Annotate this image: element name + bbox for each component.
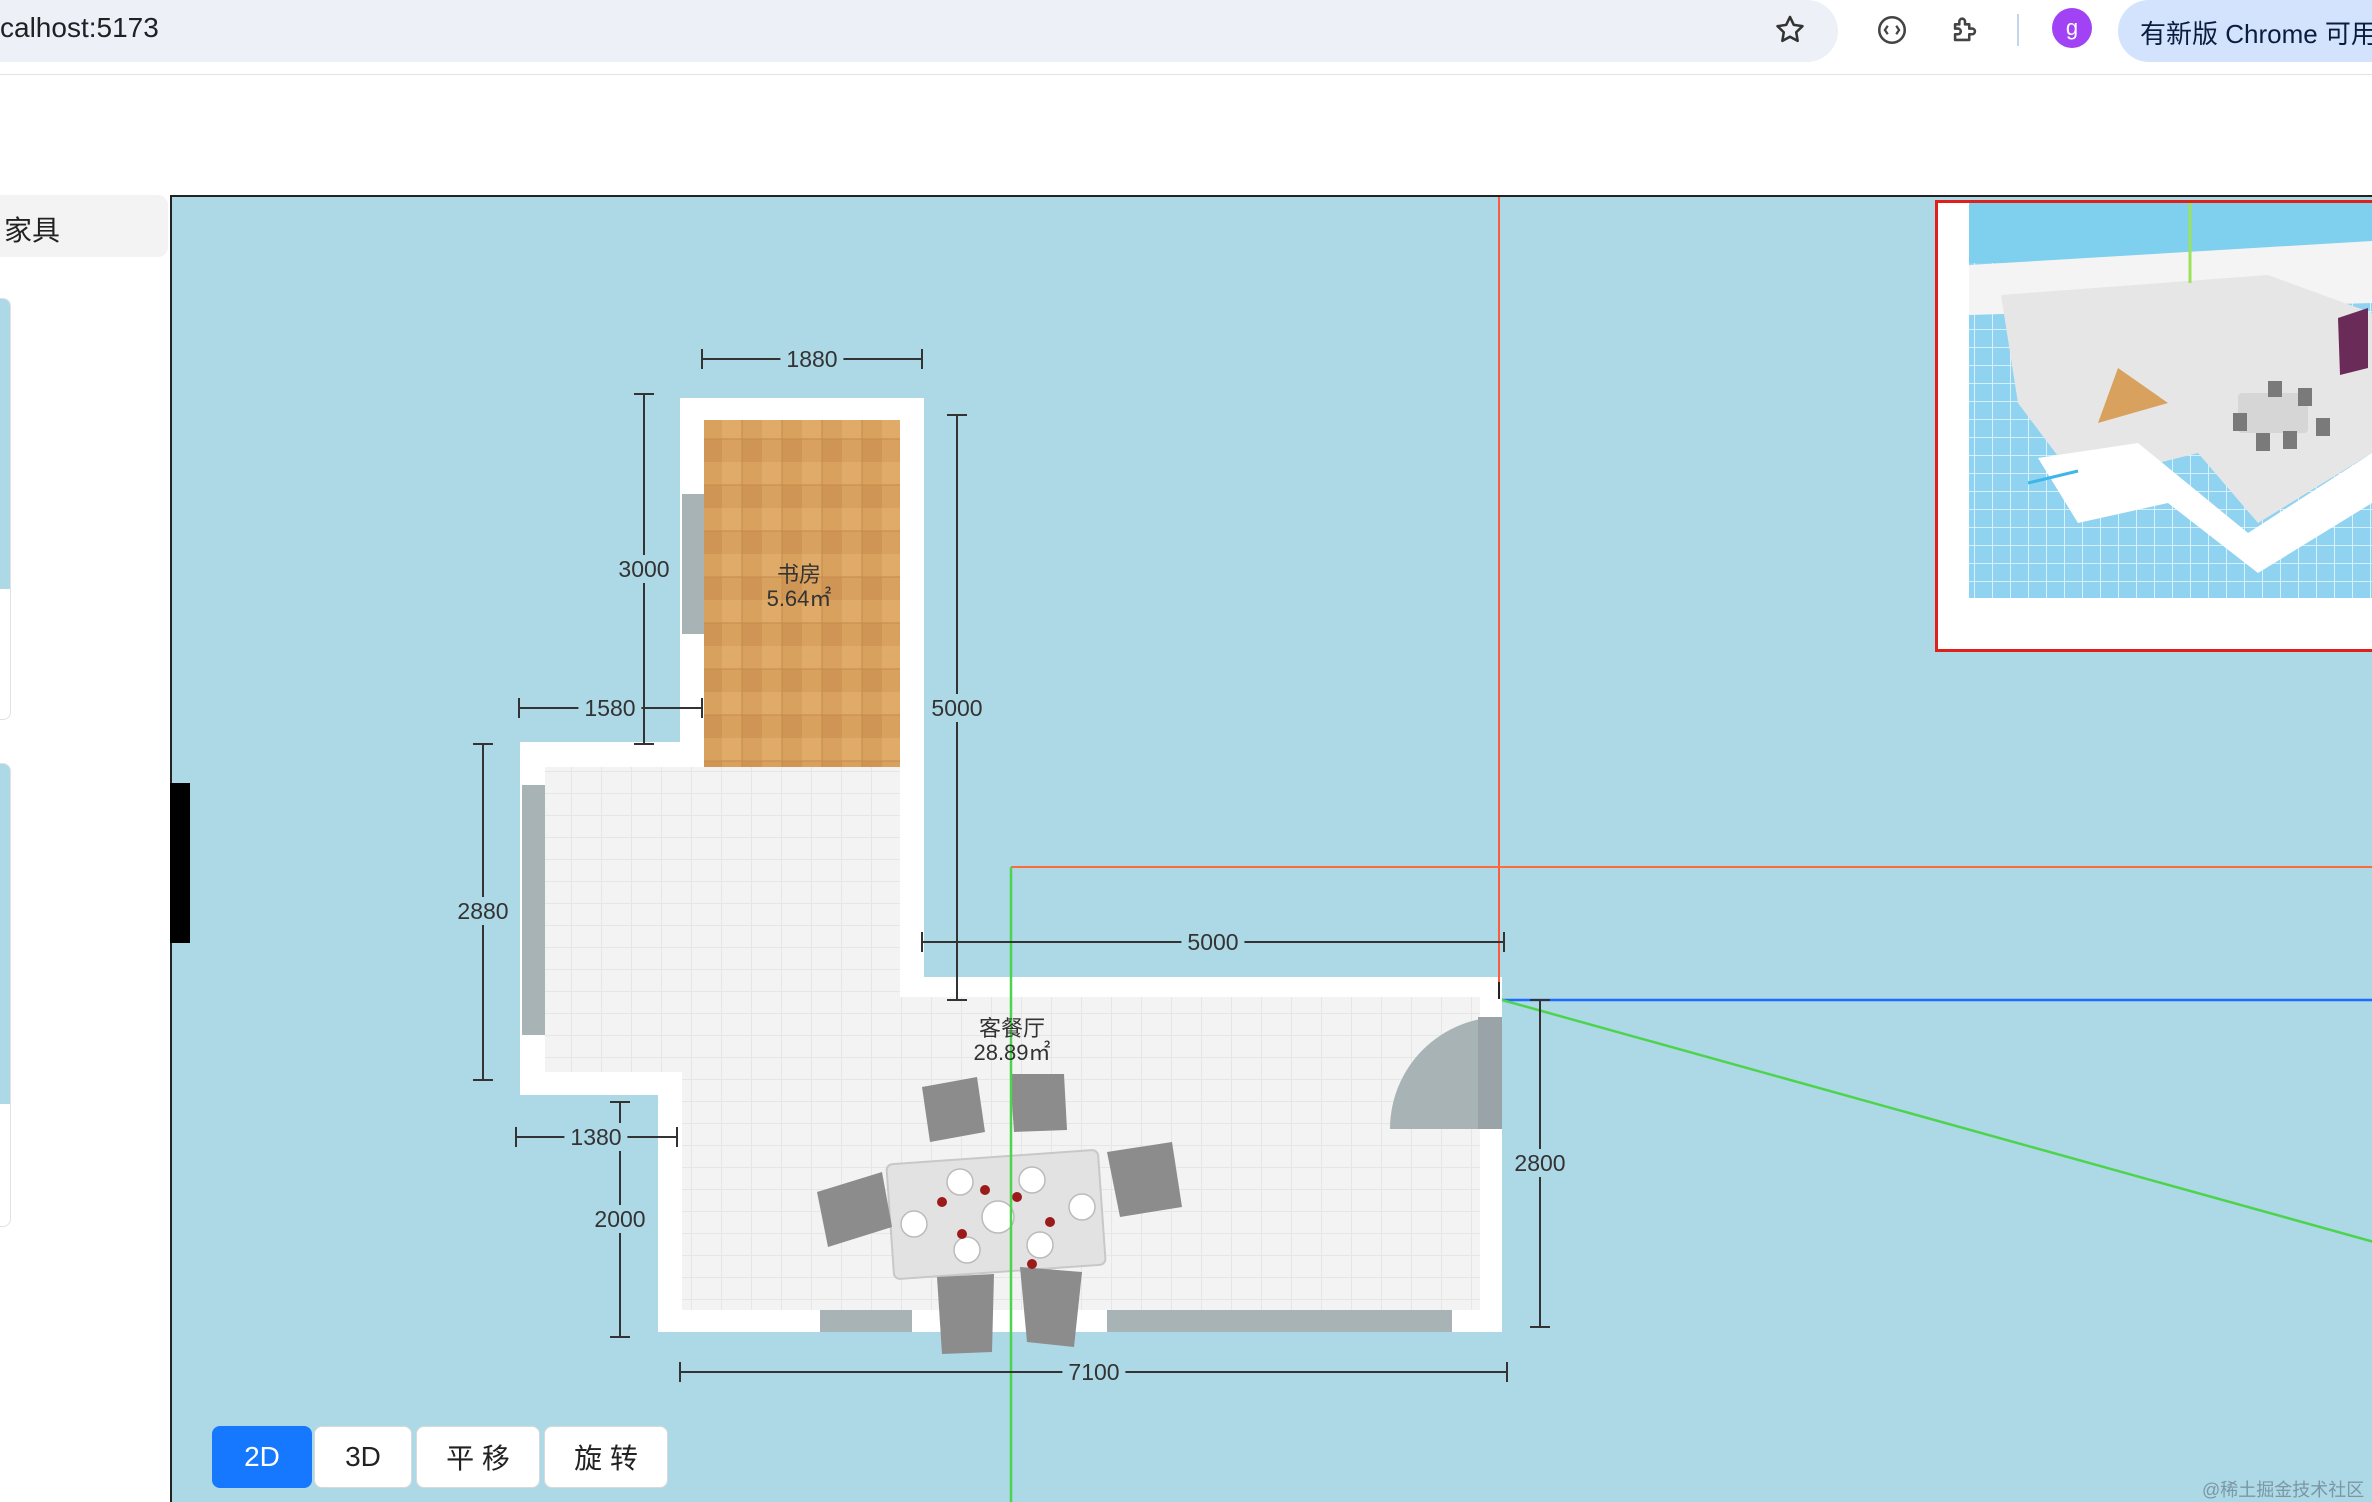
room-label-study[interactable]: 书房 5.64㎡ (767, 563, 832, 611)
room-label-living[interactable]: 客餐厅 28.89㎡ (973, 1017, 1050, 1065)
extension-circle-icon[interactable] (1872, 10, 1912, 50)
axis-line (1501, 998, 2372, 1243)
dimension-label: 2880 (451, 897, 515, 925)
browser-toolbar: calhost:5173 g 有新版 Chrome 可用 (0, 0, 2372, 75)
watermark: @稀土掘金技术社区 (2202, 1480, 2365, 1500)
tab-furniture-label: 家具 (4, 215, 61, 246)
furniture-thumbnail (0, 764, 10, 1104)
tab-furniture[interactable]: 家具 (0, 195, 168, 257)
dimension-label: 1580 (578, 694, 642, 722)
3d-preview-minimap[interactable] (1935, 200, 2372, 652)
3d-preview-scene (1969, 203, 2372, 598)
window (682, 494, 704, 634)
dimension-label: 5000 (1181, 928, 1245, 956)
toolbar-separator (2017, 14, 2019, 46)
panel-resize-handle[interactable] (170, 783, 190, 943)
address-bar[interactable]: calhost:5173 (0, 0, 1838, 62)
room-area: 28.89㎡ (973, 1040, 1051, 1065)
puzzle-icon[interactable] (1945, 10, 1985, 50)
dimension-label: 3000 (612, 555, 676, 583)
furniture-card[interactable] (0, 298, 11, 720)
dimension-label: 1380 (564, 1123, 628, 1151)
chrome-update-button[interactable]: 有新版 Chrome 可用 (2118, 0, 2372, 62)
window (522, 785, 545, 1035)
view-3d-button[interactable]: 3D (314, 1426, 412, 1488)
window (820, 1310, 912, 1332)
room-name: 书房 (776, 562, 822, 587)
dimension-label: 2800 (1508, 1149, 1572, 1177)
furniture-thumbnail (0, 299, 10, 589)
dimension-label: 7100 (1062, 1358, 1126, 1386)
url-text[interactable]: calhost:5173 (0, 12, 159, 44)
furniture-panel: 家具 (0, 195, 170, 1502)
rotate-button[interactable]: 旋 转 (544, 1426, 668, 1488)
furniture-card[interactable] (0, 763, 11, 1227)
star-icon[interactable] (1770, 10, 1810, 50)
update-label: 有新版 Chrome 可用 (2140, 19, 2372, 49)
dimension-label: 2000 (588, 1205, 652, 1233)
pan-button[interactable]: 平 移 (416, 1426, 540, 1488)
dimension-label: 5000 (925, 694, 989, 722)
room-area: 5.64㎡ (766, 586, 832, 611)
profile-avatar[interactable]: g (2052, 8, 2092, 48)
door (1478, 1017, 1502, 1129)
view-2d-button[interactable]: 2D (212, 1426, 312, 1488)
window (1107, 1310, 1452, 1332)
room-name: 客餐厅 (978, 1016, 1045, 1041)
dimension-label: 1880 (780, 345, 844, 373)
